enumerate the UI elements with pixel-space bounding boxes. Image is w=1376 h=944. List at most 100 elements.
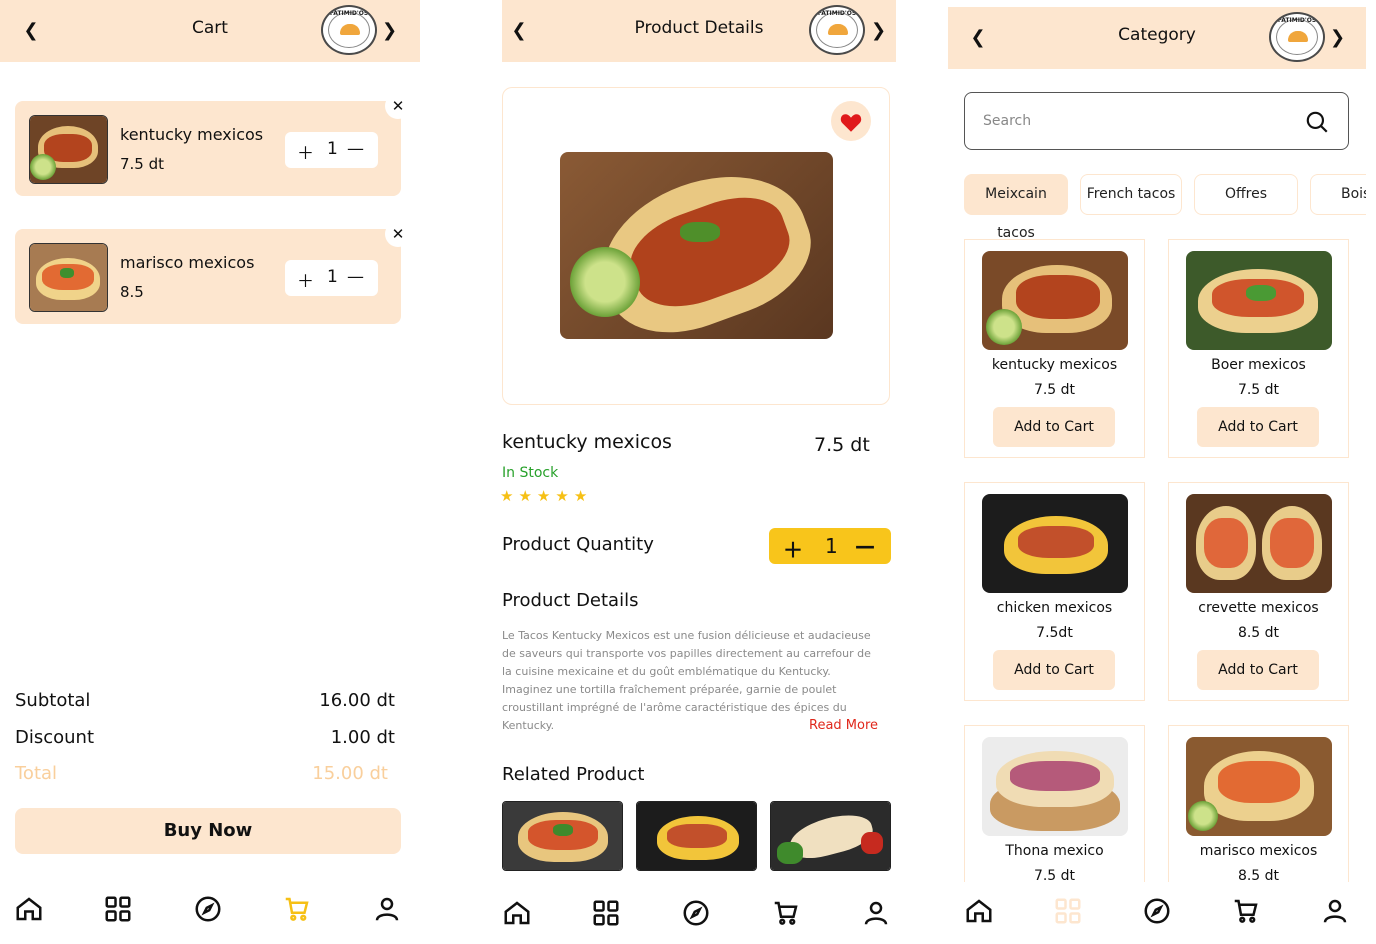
plus-icon[interactable]: ＋	[297, 139, 314, 164]
brand-logo: FATIMID'OS	[1269, 12, 1325, 62]
star-icon: ★	[555, 487, 574, 505]
brand-logo: FATIMID'OS	[321, 5, 377, 55]
bottom-nav	[0, 880, 420, 940]
grid-icon[interactable]	[591, 898, 621, 928]
user-icon[interactable]	[861, 898, 891, 928]
product-name: kentucky mexicos	[502, 431, 672, 453]
compass-icon[interactable]	[193, 894, 223, 924]
product-price: 7.5 dt	[814, 434, 870, 456]
logo-text: FATIMID'OS	[817, 10, 857, 17]
minus-icon[interactable]: —	[855, 534, 875, 558]
quantity-value: 1	[327, 139, 338, 159]
product-price: 7.5dt	[1036, 625, 1073, 641]
discount-label: Discount	[15, 727, 95, 748]
close-icon[interactable]: ✕	[385, 93, 411, 119]
bottom-nav	[502, 884, 896, 944]
chevron-right-icon[interactable]: ❯	[382, 18, 398, 44]
related-product[interactable]	[636, 801, 757, 871]
home-icon[interactable]	[502, 898, 532, 928]
product-image-card	[502, 87, 890, 405]
product-name: chicken mexicos	[996, 600, 1113, 616]
add-to-cart-button[interactable]: Add to Cart	[1197, 650, 1319, 690]
category-chip[interactable]: Meixcain tacos	[964, 174, 1068, 241]
bottom-nav	[948, 882, 1366, 942]
search-icon[interactable]	[1304, 109, 1330, 135]
minus-icon[interactable]: —	[347, 267, 364, 287]
product-card[interactable]: Thona mexico 7.5 dt	[964, 725, 1145, 895]
subtotal-value: 16.00 dt	[319, 690, 395, 711]
add-to-cart-button[interactable]: Add to Cart	[1197, 407, 1319, 447]
related-product[interactable]	[502, 801, 623, 871]
compass-icon[interactable]	[1142, 896, 1172, 926]
category-chip[interactable]: Offres	[1194, 174, 1298, 215]
rating-stars: ★★★★★	[500, 487, 592, 505]
home-icon[interactable]	[964, 896, 994, 926]
product-card[interactable]: crevette mexicos 8.5 dt Add to Cart	[1168, 482, 1349, 701]
product-price: 8.5 dt	[1237, 625, 1280, 641]
plus-icon[interactable]: ＋	[783, 534, 803, 563]
subtotal-label: Subtotal	[15, 690, 91, 711]
quantity-stepper: ＋ 1 —	[285, 260, 378, 296]
user-icon[interactable]	[372, 894, 402, 924]
quantity-label: Product Quantity	[502, 534, 654, 555]
star-icon: ★	[518, 487, 537, 505]
product-image	[1186, 494, 1332, 593]
category-screen: ❮ Category FATIMID'OS ❯ Search Meixcain …	[948, 0, 1366, 944]
cart-item-name: marisco mexicos	[120, 253, 255, 272]
product-image	[982, 251, 1128, 350]
plus-icon[interactable]: ＋	[297, 267, 314, 292]
quantity-value: 1	[825, 534, 838, 558]
search-placeholder: Search	[983, 113, 1032, 129]
cart-item-price: 7.5 dt	[120, 155, 165, 173]
chevron-right-icon[interactable]: ❯	[871, 18, 887, 44]
product-card[interactable]: marisco mexicos 8.5 dt	[1168, 725, 1349, 895]
product-image	[982, 494, 1128, 593]
product-image	[1186, 251, 1332, 350]
related-product[interactable]	[770, 801, 891, 871]
grid-icon[interactable]	[103, 894, 133, 924]
discount-value: 1.00 dt	[330, 727, 395, 748]
product-name: kentucky mexicos	[991, 357, 1118, 373]
quantity-stepper: ＋ 1 —	[285, 132, 378, 168]
cart-icon[interactable]	[282, 894, 312, 924]
logo-text: FATIMID'OS	[329, 10, 369, 17]
product-image	[1186, 737, 1332, 836]
minus-icon[interactable]: —	[347, 139, 364, 159]
cart-item-name: kentucky mexicos	[120, 125, 264, 144]
search-input[interactable]: Search	[964, 92, 1349, 150]
cart-icon[interactable]	[771, 898, 801, 928]
cart-icon[interactable]	[1231, 896, 1261, 926]
product-image	[560, 152, 833, 339]
read-more-link[interactable]: Read More	[809, 718, 878, 733]
product-name: Thona mexico	[1005, 843, 1104, 859]
product-thumbnail	[29, 115, 108, 184]
grid-icon[interactable]	[1053, 896, 1083, 926]
category-chip[interactable]: French tacos	[1080, 174, 1182, 215]
details-heading: Product Details	[502, 590, 639, 611]
brand-logo: FATIMID'OS	[809, 5, 865, 55]
product-thumbnail	[29, 243, 108, 312]
quantity-stepper: ＋ 1 —	[769, 528, 891, 564]
home-icon[interactable]	[14, 894, 44, 924]
heart-icon[interactable]	[831, 101, 871, 141]
category-chip[interactable]: Bois	[1310, 174, 1366, 215]
star-icon: ★	[500, 487, 519, 505]
stock-status: In Stock	[502, 465, 559, 481]
product-card[interactable]: Boer mexicos 7.5 dt Add to Cart	[1168, 239, 1349, 458]
product-image	[982, 737, 1128, 836]
compass-icon[interactable]	[681, 898, 711, 928]
star-icon: ★	[536, 487, 556, 505]
add-to-cart-button[interactable]: Add to Cart	[993, 650, 1115, 690]
cart-item: kentucky mexicos 7.5 dt ＋ 1 — ✕	[15, 93, 411, 196]
close-icon[interactable]: ✕	[385, 221, 411, 247]
add-to-cart-button[interactable]: Add to Cart	[993, 407, 1115, 447]
product-card[interactable]: chicken mexicos 7.5dt Add to Cart	[964, 482, 1145, 701]
user-icon[interactable]	[1320, 896, 1350, 926]
product-name: Boer mexicos	[1211, 357, 1306, 373]
cart-screen: ❮ Cart FATIMID'OS ❯ kentucky mexicos 7.5…	[0, 0, 420, 944]
chevron-right-icon[interactable]: ❯	[1330, 25, 1346, 51]
product-header: ❮ Product Details FATIMID'OS ❯	[502, 0, 896, 62]
buy-now-button[interactable]: Buy Now	[15, 808, 401, 854]
product-card[interactable]: kentucky mexicos 7.5 dt Add to Cart	[964, 239, 1145, 458]
product-price: 7.5 dt	[1237, 382, 1280, 398]
